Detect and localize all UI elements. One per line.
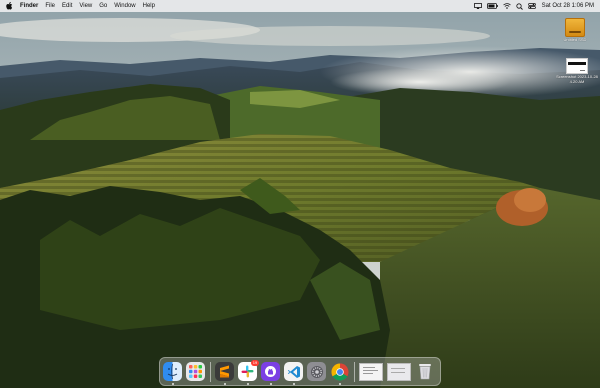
running-indicator (338, 383, 341, 385)
running-indicator (269, 383, 272, 385)
trash-icon (418, 364, 431, 380)
notification-badge: 19 (251, 360, 259, 366)
dock-app-system-settings[interactable] (307, 362, 326, 381)
system-settings-icon (310, 365, 323, 378)
search-icon[interactable] (516, 2, 523, 10)
desktop-item-drive[interactable]: Untitled SSD (553, 18, 597, 42)
dock-app-launchpad[interactable] (186, 362, 205, 381)
menu-bar-clock[interactable]: Sat Oct 28 1:06 PM (542, 0, 594, 12)
menu-view[interactable]: View (79, 0, 92, 12)
dock-downloads-stack[interactable] (387, 362, 411, 381)
dock-recent-document[interactable] (359, 362, 383, 381)
menu-window[interactable]: Window (114, 0, 135, 12)
github-desktop-icon (265, 366, 276, 377)
dock-app-vscode[interactable] (284, 362, 303, 385)
menu-help[interactable]: Help (143, 0, 155, 12)
chrome-icon (331, 363, 348, 380)
vscode-icon (287, 365, 300, 378)
external-drive-icon (565, 18, 585, 37)
dock-app-finder[interactable] (163, 362, 182, 385)
menu-app-finder[interactable]: Finder (20, 0, 38, 12)
menu-go[interactable]: Go (99, 0, 107, 12)
menu-edit[interactable]: Edit (62, 0, 72, 12)
dock: 19 (159, 357, 441, 386)
battery-icon[interactable] (486, 3, 498, 9)
running-indicator (223, 383, 226, 385)
menu-bar: Finder File Edit View Go Window Help Sat… (0, 0, 600, 12)
sublime-text-icon (220, 365, 229, 378)
screenshot-file-icon (566, 58, 588, 74)
dock-app-chrome[interactable] (330, 362, 349, 385)
wifi-icon[interactable] (502, 3, 511, 9)
dock-app-github-desktop[interactable] (261, 362, 280, 385)
desktop-item-label: Screenshot 2023-10-28 4.20 AM (556, 74, 598, 84)
finder-icon (167, 363, 178, 380)
desktop-item-label: Untitled SSD (563, 37, 587, 42)
desktop-item-screenshot[interactable]: Screenshot 2023-10-28 4.20 AM (555, 58, 599, 84)
running-indicator (246, 383, 249, 385)
dock-app-sublime-text[interactable] (215, 362, 234, 385)
dock-app-slack[interactable]: 19 (238, 360, 259, 385)
running-indicator (292, 383, 295, 385)
dock-separator (354, 361, 355, 382)
apple-menu-icon[interactable] (6, 2, 13, 10)
control-center-icon[interactable] (527, 3, 536, 9)
screen-mirroring-icon[interactable] (473, 3, 482, 9)
desktop-wallpaper (0, 0, 600, 388)
dock-separator (210, 361, 211, 382)
launchpad-icon (189, 365, 202, 378)
slack-icon (241, 365, 254, 378)
menu-file[interactable]: File (45, 0, 55, 12)
dock-trash[interactable] (415, 362, 434, 381)
running-indicator (171, 383, 174, 385)
